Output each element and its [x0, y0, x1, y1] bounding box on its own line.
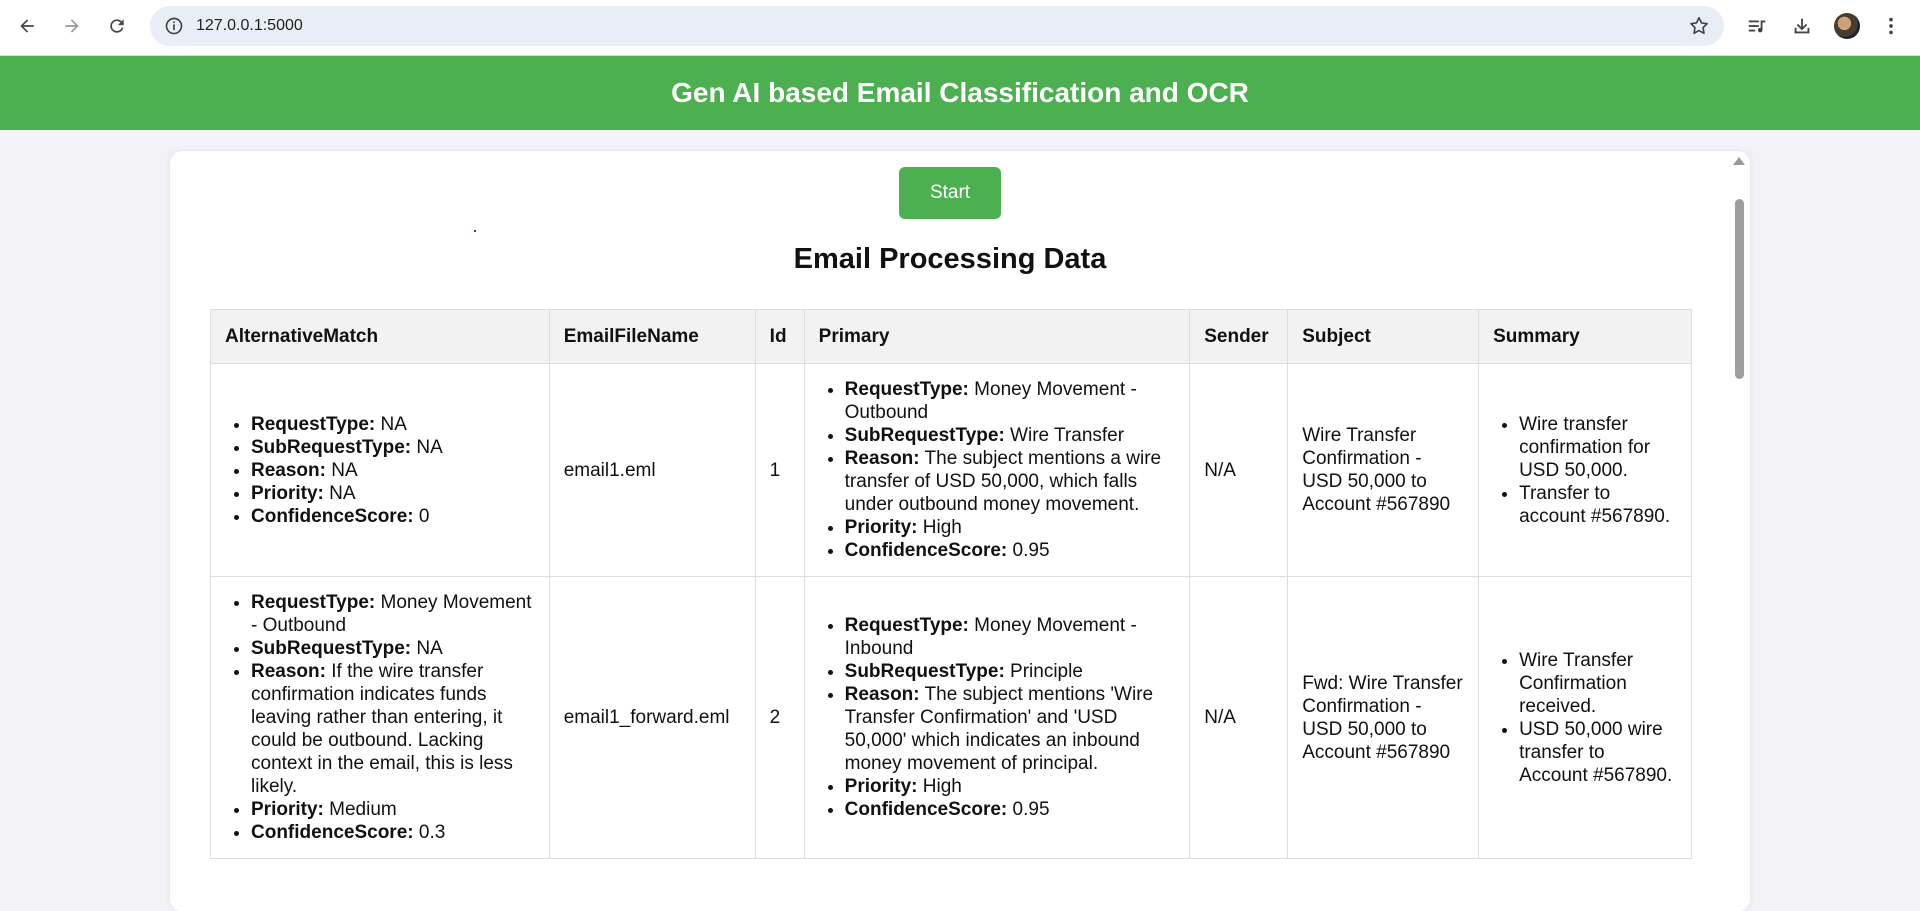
app-header: Gen AI based Email Classification and OC…	[0, 56, 1920, 130]
list-item: Reason: The subject mentions 'Wire Trans…	[845, 683, 1176, 775]
summary-cell: Wire transfer confirmation for USD 50,00…	[1478, 363, 1692, 577]
list-item: ConfidenceScore: 0.95	[845, 798, 1176, 821]
primary-cell: RequestType: Money Movement - Outbound S…	[803, 363, 1191, 577]
list-item: Reason: NA	[251, 459, 535, 482]
back-arrow-icon	[20, 19, 34, 33]
email-data-table: AlternativeMatch EmailFileName Id Primar…	[210, 309, 1692, 859]
reload-button[interactable]	[100, 9, 134, 43]
table-header-row: AlternativeMatch EmailFileName Id Primar…	[210, 309, 1692, 364]
sender-cell: N/A	[1189, 576, 1289, 859]
list-item: SubRequestType: NA	[251, 637, 535, 660]
list-item: Priority: Medium	[251, 798, 535, 821]
scroll-up-arrow-icon[interactable]	[1733, 157, 1745, 165]
list-item: Priority: High	[845, 516, 1176, 539]
list-item: USD 50,000 wire transfer to Account #567…	[1519, 718, 1677, 787]
list-item: RequestType: Money Movement - Outbound	[845, 378, 1176, 424]
list-item: ConfidenceScore: 0.3	[251, 821, 535, 844]
address-bar[interactable]: 127.0.0.1:5000	[150, 6, 1724, 46]
list-item: SubRequestType: Wire Transfer	[845, 424, 1176, 447]
forward-arrow-icon	[65, 19, 79, 33]
more-vert-icon[interactable]	[1878, 13, 1904, 39]
list-item: Transfer to account #567890.	[1519, 482, 1677, 528]
summary-cell: Wire Transfer Confirmation received. USD…	[1478, 576, 1692, 859]
subject-cell: Fwd: Wire Transfer Confirmation - USD 50…	[1287, 576, 1480, 859]
info-icon[interactable]	[164, 16, 184, 36]
back-button[interactable]	[10, 9, 44, 43]
alternative-match-cell: RequestType: Money Movement - Outbound S…	[210, 576, 550, 859]
app-title: Gen AI based Email Classification and OC…	[671, 77, 1249, 108]
reload-icon	[110, 19, 124, 33]
column-header[interactable]: Sender	[1189, 309, 1289, 364]
sender-cell: N/A	[1189, 363, 1289, 577]
column-header[interactable]: Primary	[803, 309, 1191, 364]
forward-button[interactable]	[55, 9, 89, 43]
list-item: Priority: High	[845, 775, 1176, 798]
list-item: ConfidenceScore: 0	[251, 505, 535, 528]
column-header[interactable]: Subject	[1287, 309, 1480, 364]
url-text[interactable]: 127.0.0.1:5000	[196, 17, 303, 35]
media-control-icon[interactable]	[1744, 13, 1770, 39]
list-item: RequestType: Money Movement - Inbound	[845, 614, 1176, 660]
list-item: Wire Transfer Confirmation received.	[1519, 649, 1677, 718]
alternative-match-cell: RequestType: NA SubRequestType: NA Reaso…	[210, 363, 550, 577]
table-row: RequestType: Money Movement - Outbound S…	[210, 576, 1692, 859]
subject-cell: Wire Transfer Confirmation - USD 50,000 …	[1287, 363, 1480, 577]
list-item: SubRequestType: NA	[251, 436, 535, 459]
list-item: Reason: The subject mentions a wire tran…	[845, 447, 1176, 516]
profile-avatar[interactable]	[1834, 13, 1860, 39]
column-header[interactable]: Id	[754, 309, 805, 364]
list-item: Wire transfer confirmation for USD 50,00…	[1519, 413, 1677, 482]
id-cell: 2	[754, 576, 805, 859]
content-card: Start Email Processing Data AlternativeM…	[170, 151, 1750, 911]
column-header[interactable]: EmailFileName	[548, 309, 756, 364]
table-row: RequestType: NA SubRequestType: NA Reaso…	[210, 363, 1692, 577]
email-file-name-cell: email1_forward.eml	[548, 576, 756, 859]
stray-dot	[474, 230, 476, 232]
list-item: RequestType: NA	[251, 413, 535, 436]
email-file-name-cell: email1.eml	[548, 363, 756, 577]
list-item: SubRequestType: Principle	[845, 660, 1176, 683]
list-item: Priority: NA	[251, 482, 535, 505]
browser-toolbar: 127.0.0.1:5000	[0, 0, 1920, 56]
download-icon[interactable]	[1789, 13, 1815, 39]
id-cell: 1	[754, 363, 805, 577]
section-title: Email Processing Data	[793, 243, 1107, 275]
scrollbar-thumb[interactable]	[1735, 199, 1744, 379]
primary-cell: RequestType: Money Movement - Inbound Su…	[803, 576, 1191, 859]
column-header[interactable]: AlternativeMatch	[210, 309, 550, 364]
list-item: RequestType: Money Movement - Outbound	[251, 591, 535, 637]
start-button[interactable]: Start	[899, 167, 1001, 219]
star-icon[interactable]	[1688, 15, 1710, 37]
column-header[interactable]: Summary	[1478, 309, 1692, 364]
list-item: Reason: If the wire transfer confirmatio…	[251, 660, 535, 798]
list-item: ConfidenceScore: 0.95	[845, 539, 1176, 562]
